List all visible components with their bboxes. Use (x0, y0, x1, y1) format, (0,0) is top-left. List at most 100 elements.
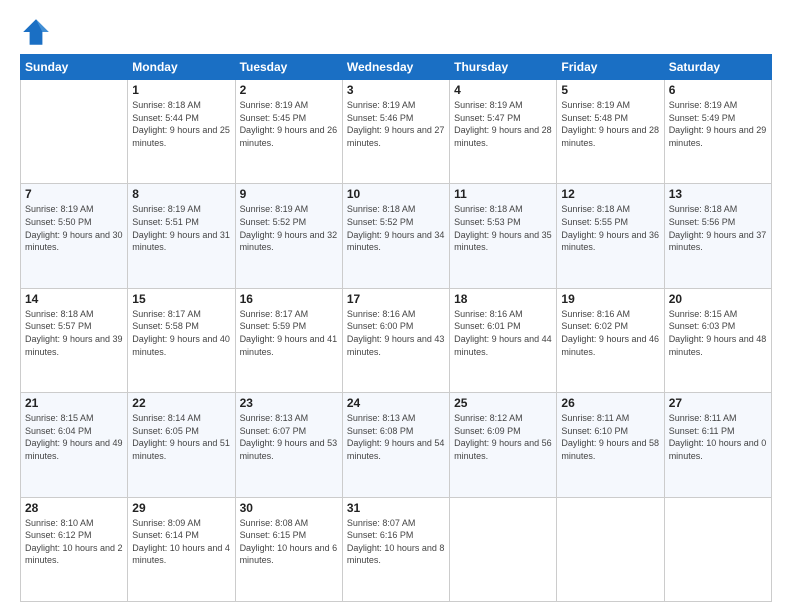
calendar-cell: 27 Sunrise: 8:11 AMSunset: 6:11 PMDayligh… (664, 393, 771, 497)
col-header-wednesday: Wednesday (342, 55, 449, 80)
day-number: 6 (669, 83, 767, 97)
day-info: Sunrise: 8:19 AMSunset: 5:51 PMDaylight:… (132, 204, 230, 252)
calendar-cell: 20Sunrise: 8:15 AMSunset: 6:03 PMDayligh… (664, 288, 771, 392)
day-info: Sunrise: 8:09 AMSunset: 6:14 PMDaylight:… (132, 518, 230, 566)
day-number: 16 (240, 292, 338, 306)
day-info: Sunrise: 8:18 AMSunset: 5:57 PMDaylight:… (25, 309, 123, 357)
calendar-cell: 30 Sunrise: 8:08 AMSunset: 6:15 PMDayligh… (235, 497, 342, 601)
day-number: 25 (454, 396, 552, 410)
calendar-cell: 10 Sunrise: 8:18 AMSunset: 5:52 PMDayligh… (342, 184, 449, 288)
calendar-cell: 12 Sunrise: 8:18 AMSunset: 5:55 PMDayligh… (557, 184, 664, 288)
day-info: Sunrise: 8:18 AMSunset: 5:52 PMDaylight:… (347, 204, 445, 252)
calendar-cell: 8 Sunrise: 8:19 AMSunset: 5:51 PMDaylight… (128, 184, 235, 288)
day-number: 22 (132, 396, 230, 410)
calendar-week-row: 28 Sunrise: 8:10 AMSunset: 6:12 PMDayligh… (21, 497, 772, 601)
day-info: Sunrise: 8:12 AMSunset: 6:09 PMDaylight:… (454, 413, 552, 461)
day-info: Sunrise: 8:17 AMSunset: 5:59 PMDaylight:… (240, 309, 338, 357)
day-number: 12 (561, 187, 659, 201)
day-number: 23 (240, 396, 338, 410)
day-number: 20 (669, 292, 767, 306)
calendar-cell: 13 Sunrise: 8:18 AMSunset: 5:56 PMDayligh… (664, 184, 771, 288)
day-info: Sunrise: 8:19 AMSunset: 5:49 PMDaylight:… (669, 100, 767, 148)
calendar-week-row: 7Sunrise: 8:19 AMSunset: 5:50 PMDaylight… (21, 184, 772, 288)
day-info: Sunrise: 8:19 AMSunset: 5:47 PMDaylight:… (454, 100, 552, 148)
day-info: Sunrise: 8:18 AMSunset: 5:44 PMDaylight:… (132, 100, 230, 148)
day-info: Sunrise: 8:07 AMSunset: 6:16 PMDaylight:… (347, 518, 445, 566)
calendar-cell: 1 Sunrise: 8:18 AMSunset: 5:44 PMDaylight… (128, 80, 235, 184)
day-info: Sunrise: 8:14 AMSunset: 6:05 PMDaylight:… (132, 413, 230, 461)
day-info: Sunrise: 8:16 AMSunset: 6:01 PMDaylight:… (454, 309, 552, 357)
calendar-week-row: 1 Sunrise: 8:18 AMSunset: 5:44 PMDaylight… (21, 80, 772, 184)
day-info: Sunrise: 8:10 AMSunset: 6:12 PMDaylight:… (25, 518, 123, 566)
page: SundayMondayTuesdayWednesdayThursdayFrid… (0, 0, 792, 612)
day-number: 27 (669, 396, 767, 410)
day-number: 26 (561, 396, 659, 410)
calendar-cell: 17 Sunrise: 8:16 AMSunset: 6:00 PMDayligh… (342, 288, 449, 392)
calendar-cell: 16 Sunrise: 8:17 AMSunset: 5:59 PMDayligh… (235, 288, 342, 392)
day-number: 10 (347, 187, 445, 201)
day-number: 4 (454, 83, 552, 97)
day-number: 13 (669, 187, 767, 201)
day-number: 30 (240, 501, 338, 515)
day-info: Sunrise: 8:15 AMSunset: 6:04 PMDaylight:… (25, 413, 123, 461)
calendar-cell (21, 80, 128, 184)
day-info: Sunrise: 8:19 AMSunset: 5:52 PMDaylight:… (240, 204, 338, 252)
day-info: Sunrise: 8:13 AMSunset: 6:07 PMDaylight:… (240, 413, 338, 461)
calendar-cell (557, 497, 664, 601)
col-header-friday: Friday (557, 55, 664, 80)
calendar-cell: 28 Sunrise: 8:10 AMSunset: 6:12 PMDayligh… (21, 497, 128, 601)
calendar-cell: 22 Sunrise: 8:14 AMSunset: 6:05 PMDayligh… (128, 393, 235, 497)
day-number: 24 (347, 396, 445, 410)
calendar-week-row: 14 Sunrise: 8:18 AMSunset: 5:57 PMDayligh… (21, 288, 772, 392)
calendar-cell: 2 Sunrise: 8:19 AMSunset: 5:45 PMDaylight… (235, 80, 342, 184)
day-info: Sunrise: 8:18 AMSunset: 5:55 PMDaylight:… (561, 204, 659, 252)
day-info: Sunrise: 8:17 AMSunset: 5:58 PMDaylight:… (132, 309, 230, 357)
day-number: 9 (240, 187, 338, 201)
day-number: 18 (454, 292, 552, 306)
day-info: Sunrise: 8:11 AMSunset: 6:11 PMDaylight:… (669, 413, 767, 461)
day-number: 28 (25, 501, 123, 515)
day-info: Sunrise: 8:16 AMSunset: 6:00 PMDaylight:… (347, 309, 445, 357)
calendar-cell: 31 Sunrise: 8:07 AMSunset: 6:16 PMDayligh… (342, 497, 449, 601)
calendar-cell (664, 497, 771, 601)
day-info: Sunrise: 8:13 AMSunset: 6:08 PMDaylight:… (347, 413, 445, 461)
day-number: 8 (132, 187, 230, 201)
day-number: 21 (25, 396, 123, 410)
day-number: 1 (132, 83, 230, 97)
day-number: 2 (240, 83, 338, 97)
calendar-cell: 7Sunrise: 8:19 AMSunset: 5:50 PMDaylight… (21, 184, 128, 288)
day-number: 5 (561, 83, 659, 97)
day-info: Sunrise: 8:11 AMSunset: 6:10 PMDaylight:… (561, 413, 659, 461)
calendar-table: SundayMondayTuesdayWednesdayThursdayFrid… (20, 54, 772, 602)
day-info: Sunrise: 8:18 AMSunset: 5:53 PMDaylight:… (454, 204, 552, 252)
day-number: 3 (347, 83, 445, 97)
calendar-cell: 23 Sunrise: 8:13 AMSunset: 6:07 PMDayligh… (235, 393, 342, 497)
calendar-cell: 11 Sunrise: 8:18 AMSunset: 5:53 PMDayligh… (450, 184, 557, 288)
day-info: Sunrise: 8:19 AMSunset: 5:45 PMDaylight:… (240, 100, 338, 148)
calendar-cell: 4 Sunrise: 8:19 AMSunset: 5:47 PMDaylight… (450, 80, 557, 184)
day-number: 15 (132, 292, 230, 306)
day-info: Sunrise: 8:08 AMSunset: 6:15 PMDaylight:… (240, 518, 338, 566)
header (20, 16, 772, 48)
calendar-cell: 3Sunrise: 8:19 AMSunset: 5:46 PMDaylight… (342, 80, 449, 184)
day-number: 31 (347, 501, 445, 515)
day-number: 11 (454, 187, 552, 201)
day-number: 29 (132, 501, 230, 515)
calendar-week-row: 21 Sunrise: 8:15 AMSunset: 6:04 PMDayligh… (21, 393, 772, 497)
calendar-cell: 19 Sunrise: 8:16 AMSunset: 6:02 PMDayligh… (557, 288, 664, 392)
day-number: 14 (25, 292, 123, 306)
calendar-cell: 6 Sunrise: 8:19 AMSunset: 5:49 PMDaylight… (664, 80, 771, 184)
calendar-cell: 25 Sunrise: 8:12 AMSunset: 6:09 PMDayligh… (450, 393, 557, 497)
day-number: 7 (25, 187, 123, 201)
logo (20, 16, 56, 48)
day-number: 19 (561, 292, 659, 306)
day-info: Sunrise: 8:16 AMSunset: 6:02 PMDaylight:… (561, 309, 659, 357)
calendar-cell: 21 Sunrise: 8:15 AMSunset: 6:04 PMDayligh… (21, 393, 128, 497)
calendar-cell: 26 Sunrise: 8:11 AMSunset: 6:10 PMDayligh… (557, 393, 664, 497)
calendar-cell (450, 497, 557, 601)
day-info: Sunrise: 8:18 AMSunset: 5:56 PMDaylight:… (669, 204, 767, 252)
col-header-tuesday: Tuesday (235, 55, 342, 80)
day-info: Sunrise: 8:19 AMSunset: 5:48 PMDaylight:… (561, 100, 659, 148)
col-header-saturday: Saturday (664, 55, 771, 80)
day-number: 17 (347, 292, 445, 306)
